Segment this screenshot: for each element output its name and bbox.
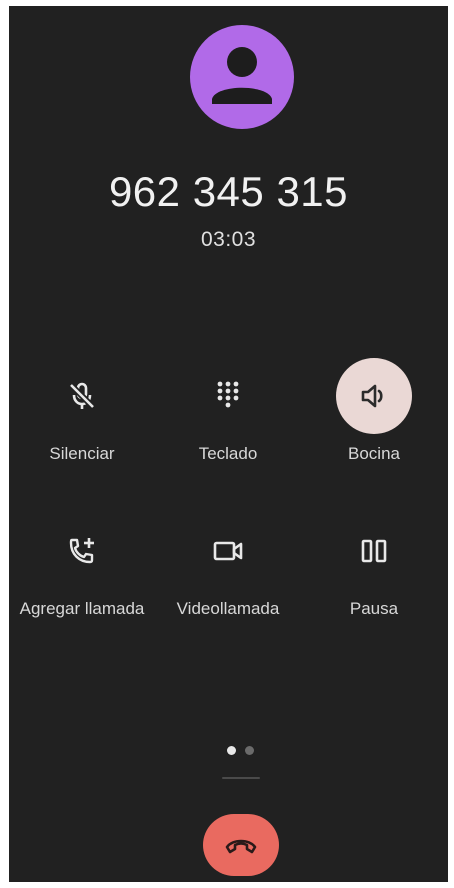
- page-dot-active: [227, 746, 236, 755]
- add-call-label: Agregar llamada: [19, 599, 145, 618]
- contact-avatar: [190, 25, 294, 129]
- page-indicator: [223, 746, 263, 756]
- mute-button[interactable]: Silenciar: [9, 358, 155, 464]
- add-call-icon: [69, 538, 94, 564]
- add-call-button[interactable]: Agregar llamada: [9, 513, 155, 619]
- speaker-button[interactable]: Bocina: [301, 358, 447, 464]
- end-call-button[interactable]: [203, 814, 279, 876]
- hold-label: Pausa: [349, 599, 399, 618]
- phone-number: 962 345 315: [108, 168, 349, 215]
- keypad-button-icon-wrap: [190, 358, 266, 434]
- pause-icon: [361, 539, 387, 563]
- video-call-button-icon-wrap: [190, 513, 266, 589]
- drag-handle[interactable]: [222, 777, 260, 779]
- mute-button-icon-wrap: [44, 358, 120, 434]
- page-dot-inactive: [245, 746, 254, 755]
- video-call-label: Videollamada: [176, 599, 280, 618]
- person-icon: [212, 47, 272, 104]
- video-call-button[interactable]: Videollamada: [155, 513, 301, 619]
- add-call-button-icon-wrap: [44, 513, 120, 589]
- hold-button-icon-wrap: [336, 513, 412, 589]
- call-end-icon: [225, 839, 257, 854]
- volume-icon: [361, 384, 383, 408]
- mic-off-icon: [68, 382, 96, 410]
- mute-label: Silenciar: [49, 444, 115, 463]
- hold-button[interactable]: Pausa: [301, 513, 447, 619]
- keypad-button[interactable]: Teclado: [155, 358, 301, 464]
- dialpad-icon: [217, 381, 239, 408]
- speaker-button-icon-wrap: [336, 358, 412, 434]
- call-timer: 03:03: [200, 228, 257, 251]
- speaker-label: Bocina: [348, 444, 400, 463]
- in-call-screen: 962 345 315 03:03 Silenciar Teclado Boci…: [9, 6, 448, 882]
- videocam-icon: [213, 541, 243, 561]
- keypad-label: Teclado: [198, 444, 258, 463]
